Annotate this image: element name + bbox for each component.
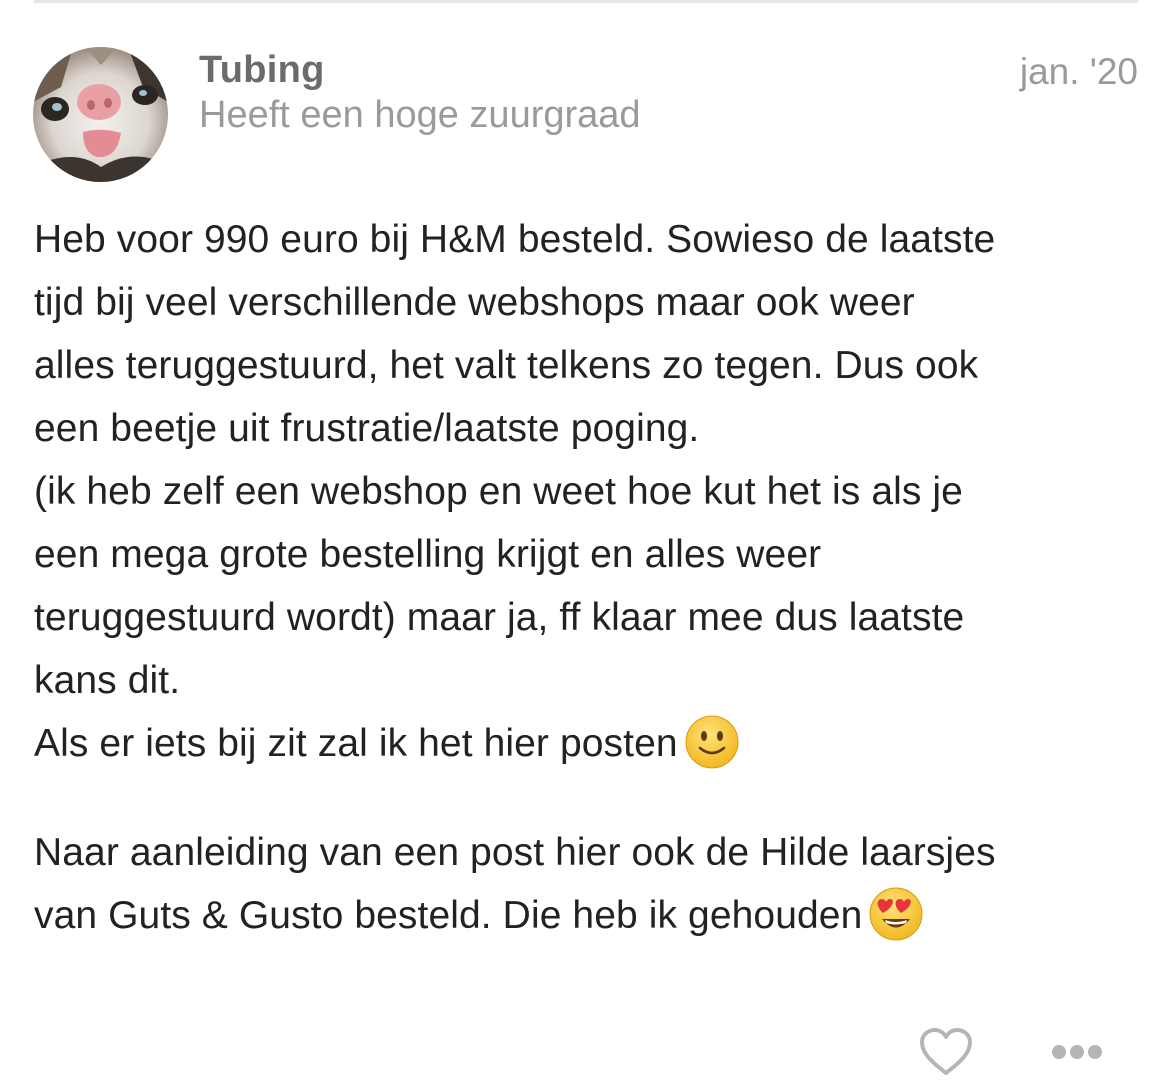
body-line-text: Als er iets bij zit zal ik het hier post… xyxy=(34,722,678,765)
slightly-smiling-face-emoji-icon xyxy=(684,714,740,770)
more-options-button[interactable] xyxy=(1050,1037,1104,1067)
author-title: Heeft een hoge zuurgraad xyxy=(199,94,641,136)
like-button[interactable] xyxy=(919,1027,973,1077)
post-date[interactable]: jan. '20 xyxy=(1020,49,1138,95)
heart-outline-icon xyxy=(920,1028,972,1075)
body-line: Heb voor 990 euro bij H&M besteld. Sowie… xyxy=(34,218,996,261)
body-line: Naar aanleiding van een post hier ook de… xyxy=(34,831,996,874)
heart-eyes-face-emoji-icon xyxy=(868,886,924,942)
author-username[interactable]: Tubing xyxy=(199,47,325,93)
more-dots-icon xyxy=(1052,1045,1102,1059)
body-line: teruggestuurd wordt) maar ja, ff klaar m… xyxy=(34,596,965,639)
body-line-with-emoji: van Guts & Gusto besteld. Die heb ik geh… xyxy=(34,884,1154,947)
post-body: Heb voor 990 euro bij H&M besteld. Sowie… xyxy=(34,208,1154,947)
body-line: alles teruggestuurd, het valt telkens zo… xyxy=(34,344,979,387)
body-line-text: van Guts & Gusto besteld. Die heb ik geh… xyxy=(34,894,863,937)
post-actions xyxy=(0,1023,1170,1083)
body-line: (ik heb zelf een webshop en weet hoe kut… xyxy=(34,470,963,513)
author-avatar[interactable] xyxy=(33,47,168,182)
cat-face-avatar-icon xyxy=(33,47,168,182)
body-line: een beetje uit frustratie/laatste poging… xyxy=(34,407,700,450)
body-line: tijd bij veel verschillende webshops maa… xyxy=(34,281,915,324)
body-line: een mega grote bestelling krijgt en alle… xyxy=(34,533,822,576)
top-divider xyxy=(34,0,1138,3)
body-line: kans dit. xyxy=(34,659,181,702)
body-line-with-emoji: Als er iets bij zit zal ik het hier post… xyxy=(34,712,1154,775)
